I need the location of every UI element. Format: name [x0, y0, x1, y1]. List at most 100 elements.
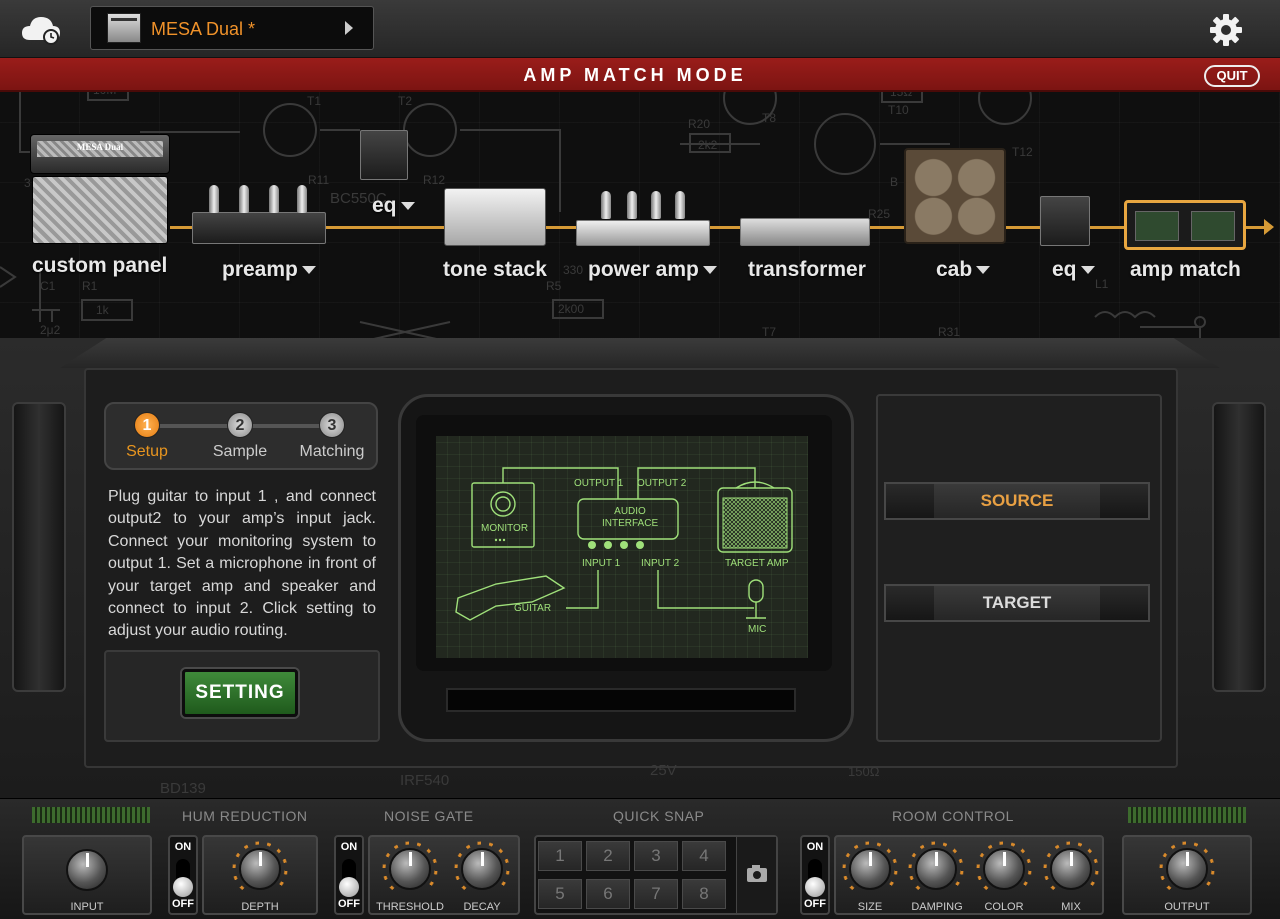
snap-slot-6[interactable]: 6: [586, 879, 630, 909]
signal-chain: R8 10M T1 T2 R11 R12 BC550C 3 C1 R1 1k 2…: [0, 92, 1280, 362]
eq-top-label[interactable]: eq: [372, 194, 415, 218]
setting-button[interactable]: SETTING: [182, 669, 298, 717]
snap-slot-8[interactable]: 8: [682, 879, 726, 909]
source-target-panel: [876, 394, 1162, 742]
caret-down-icon[interactable]: [301, 266, 316, 275]
schem-label: 2μ2: [40, 323, 61, 337]
transformer-label[interactable]: transformer: [748, 258, 866, 282]
size-knob[interactable]: [849, 848, 891, 890]
camera-icon: [747, 865, 767, 882]
transformer-module[interactable]: [740, 218, 870, 246]
snap-slot-2[interactable]: 2: [586, 841, 630, 871]
schem-label: 2k00: [558, 302, 584, 316]
target-amp-label: TARGET AMP: [725, 558, 789, 569]
schem-label: R20: [688, 117, 710, 131]
output-knob[interactable]: [1166, 848, 1208, 890]
step-indicator: 1 2 3 Setup Sample Matching: [104, 402, 378, 470]
snap-slot-3[interactable]: 3: [634, 841, 678, 871]
step-1-dot[interactable]: 1: [134, 412, 160, 438]
schem-label: IRF540: [400, 772, 450, 789]
snap-slot-4[interactable]: 4: [682, 841, 726, 871]
schem-label: T1: [307, 94, 321, 108]
cab-module[interactable]: [904, 148, 1006, 244]
power-amp-module[interactable]: [576, 191, 710, 246]
snapshot-button[interactable]: [736, 837, 776, 913]
threshold-knob[interactable]: [389, 848, 431, 890]
input-unit: INPUT: [22, 835, 152, 915]
caret-down-icon[interactable]: [1080, 266, 1095, 275]
signal-arrow-icon: [1264, 219, 1274, 235]
step-3-dot[interactable]: 3: [319, 412, 345, 438]
hum-reduction-toggle[interactable]: ON OFF: [168, 835, 198, 915]
decay-knob-label: DECAY: [463, 901, 501, 913]
preamp-label[interactable]: preamp: [222, 258, 316, 282]
caret-down-icon[interactable]: [702, 266, 717, 275]
custom-panel-label[interactable]: custom panel: [32, 254, 167, 278]
room-control-toggle[interactable]: ON OFF: [800, 835, 830, 915]
audio-interface-label: AUDIO INTERFACE: [602, 506, 659, 529]
schem-label: T2: [398, 94, 412, 108]
schem-label: L1: [1095, 277, 1109, 291]
tube-icon: [209, 185, 219, 213]
tone-stack-label[interactable]: tone stack: [443, 258, 547, 282]
chevron-right-icon[interactable]: [345, 21, 353, 35]
toggle-off-label: OFF: [804, 898, 826, 910]
signal-path-line: [170, 226, 1265, 229]
step-2-dot[interactable]: 2: [227, 412, 253, 438]
routing-diagram: OUTPUT 1 OUTPUT 2 MONITOR AUDIO INTERFAC…: [436, 436, 808, 658]
cloud-clock-icon[interactable]: [20, 12, 62, 46]
tube-icon: [269, 185, 279, 213]
bottom-control-bar: HUM REDUCTION NOISE GATE QUICK SNAP ROOM…: [0, 798, 1280, 919]
source-label: SOURCE: [934, 484, 1100, 518]
source-button[interactable]: SOURCE: [884, 482, 1150, 520]
quit-button[interactable]: QUIT: [1204, 65, 1260, 87]
decay-knob[interactable]: [461, 848, 503, 890]
schem-label: T7: [762, 325, 776, 339]
caret-down-icon[interactable]: [976, 266, 991, 275]
schem-label: 150Ω: [848, 764, 880, 779]
preset-selector[interactable]: MESA Dual *: [90, 6, 374, 50]
snap-slot-5[interactable]: 5: [538, 879, 582, 909]
toggle-on-label: ON: [340, 841, 358, 853]
cab-label[interactable]: cab: [936, 258, 991, 282]
schem-label: 330: [563, 263, 583, 277]
output-2-label: OUTPUT 2: [637, 478, 687, 489]
damping-knob[interactable]: [915, 848, 957, 890]
eq-module[interactable]: [1040, 196, 1090, 246]
amp-thumbnail-icon: [107, 13, 141, 43]
mic-label: MIC: [748, 624, 767, 635]
color-knob-label: COLOR: [984, 901, 1024, 913]
depth-knob-label: DEPTH: [241, 901, 279, 913]
color-knob[interactable]: [983, 848, 1025, 890]
amp-match-module[interactable]: [1124, 200, 1246, 250]
toggle-on-label: ON: [806, 841, 824, 853]
caret-down-icon[interactable]: [400, 202, 415, 211]
input-knob[interactable]: [66, 849, 108, 891]
snap-slot-7[interactable]: 7: [634, 879, 678, 909]
output-unit: OUTPUT: [1122, 835, 1252, 915]
threshold-knob-label: THRESHOLD: [376, 901, 444, 913]
depth-knob[interactable]: [239, 848, 281, 890]
gear-icon[interactable]: [1208, 12, 1244, 48]
power-amp-label[interactable]: power amp: [588, 258, 717, 282]
eq-label[interactable]: eq: [1052, 258, 1095, 282]
step-2-label: Sample: [212, 443, 268, 460]
top-toolbar: MESA Dual *: [0, 0, 1280, 58]
tone-stack-module[interactable]: [444, 188, 546, 246]
noise-gate-title: NOISE GATE: [384, 808, 474, 824]
hum-reduction-title: HUM REDUCTION: [182, 808, 308, 824]
display-slot: [446, 688, 796, 712]
schem-label: 25V: [650, 762, 677, 779]
rack-handle-left: [12, 402, 66, 692]
noise-gate-toggle[interactable]: ON OFF: [334, 835, 364, 915]
amp-match-label[interactable]: amp match: [1130, 258, 1241, 282]
room-control-unit: SIZE DAMPING COLOR MIX: [834, 835, 1104, 915]
tube-icon: [651, 191, 661, 219]
tube-icon: [297, 185, 307, 213]
target-button[interactable]: TARGET: [884, 584, 1150, 622]
preamp-module[interactable]: [192, 185, 326, 244]
mix-knob[interactable]: [1050, 848, 1092, 890]
eq-top-module[interactable]: [360, 130, 408, 180]
rack-handle-right: [1212, 402, 1266, 692]
snap-slot-1[interactable]: 1: [538, 841, 582, 871]
